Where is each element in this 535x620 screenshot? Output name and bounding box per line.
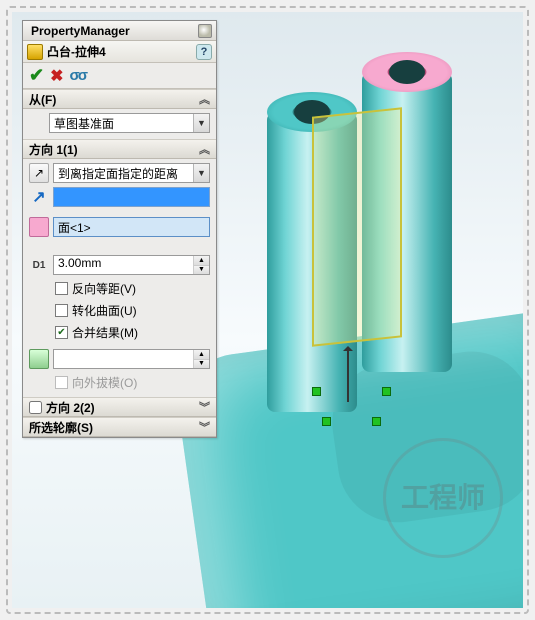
- chevron-down-icon: ︾: [199, 399, 210, 415]
- preview-button[interactable]: σσ: [70, 67, 87, 84]
- pm-titlebar: PropertyManager: [23, 21, 216, 41]
- reverse-arrow-icon: ↗: [34, 166, 44, 180]
- dir2-enable-checkbox[interactable]: [29, 401, 42, 414]
- reverse-offset-checkbox[interactable]: [55, 282, 68, 295]
- offset-face-icon: [29, 217, 49, 237]
- merge-result-label: 合并结果(M): [72, 324, 138, 341]
- section-contours-header[interactable]: 所选轮廓(S) ︾: [23, 417, 216, 437]
- chevron-up-icon: ︽: [199, 141, 210, 157]
- section-contours-title: 所选轮廓(S): [29, 419, 199, 436]
- draft-button[interactable]: [29, 349, 49, 369]
- end-condition-dropdown[interactable]: 到离指定面指定的距离 ▼: [53, 163, 210, 183]
- depth-icon: D1: [29, 255, 49, 275]
- offset-face-field[interactable]: 面<1>: [53, 217, 210, 237]
- extrude-preview: [312, 107, 402, 346]
- section-from-body: 草图基准面 ▼: [23, 109, 216, 139]
- pin-icon[interactable]: [198, 24, 212, 38]
- start-condition-dropdown[interactable]: 草图基准面 ▼: [49, 113, 210, 133]
- draft-spinner[interactable]: ▲▼: [193, 350, 209, 368]
- reverse-direction-button[interactable]: ↗: [29, 163, 49, 183]
- watermark: 工程师: [383, 438, 503, 558]
- direction-vector-icon[interactable]: ↗: [29, 187, 49, 207]
- feature-name: 凸台-拉伸4: [47, 43, 196, 60]
- triad-manipulator[interactable]: [312, 347, 392, 427]
- start-condition-value: 草图基准面: [50, 115, 193, 132]
- section-dir1-header[interactable]: 方向 1(1) ︽: [23, 139, 216, 159]
- ok-button[interactable]: ✔: [29, 65, 44, 86]
- draft-outward-checkbox: [55, 376, 68, 389]
- depth-value: 3.00mm: [54, 256, 193, 274]
- reverse-offset-label: 反向等距(V): [72, 280, 136, 297]
- translate-surface-label: 转化曲面(U): [72, 302, 137, 319]
- chevron-up-icon: ︽: [199, 91, 210, 107]
- section-from-header[interactable]: 从(F) ︽: [23, 89, 216, 109]
- confirm-row: ✔ ✖ σσ: [23, 63, 216, 89]
- pm-title: PropertyManager: [31, 24, 130, 38]
- chevron-down-icon: ︾: [199, 419, 210, 435]
- end-condition-value: 到离指定面指定的距离: [54, 165, 193, 182]
- property-manager-panel: PropertyManager 凸台-拉伸4 ? ✔ ✖ σσ 从(F) ︽ 草…: [22, 20, 217, 438]
- section-dir2-title: 方向 2(2): [46, 399, 199, 416]
- draft-outward-label: 向外拔模(O): [72, 374, 137, 391]
- cancel-button[interactable]: ✖: [50, 66, 63, 86]
- section-dir1-title: 方向 1(1): [29, 141, 199, 158]
- merge-result-checkbox[interactable]: [55, 326, 68, 339]
- offset-face-value: 面<1>: [54, 219, 209, 236]
- draft-angle-field[interactable]: ▲▼: [53, 349, 210, 369]
- depth-field[interactable]: 3.00mm ▲▼: [53, 255, 210, 275]
- feature-icon: [27, 44, 43, 60]
- draft-angle-value: [54, 350, 193, 368]
- feature-header: 凸台-拉伸4 ?: [23, 41, 216, 63]
- section-from-title: 从(F): [29, 91, 199, 108]
- caret-down-icon: ▼: [193, 164, 209, 182]
- depth-spinner[interactable]: ▲▼: [193, 256, 209, 274]
- direction-vector-field[interactable]: [53, 187, 210, 207]
- section-dir2-header[interactable]: 方向 2(2) ︾: [23, 397, 216, 417]
- caret-down-icon: ▼: [193, 114, 209, 132]
- translate-surface-checkbox[interactable]: [55, 304, 68, 317]
- section-dir1-body: ↗ 到离指定面指定的距离 ▼ ↗ 面<1>: [23, 159, 216, 397]
- help-icon[interactable]: ?: [196, 44, 212, 60]
